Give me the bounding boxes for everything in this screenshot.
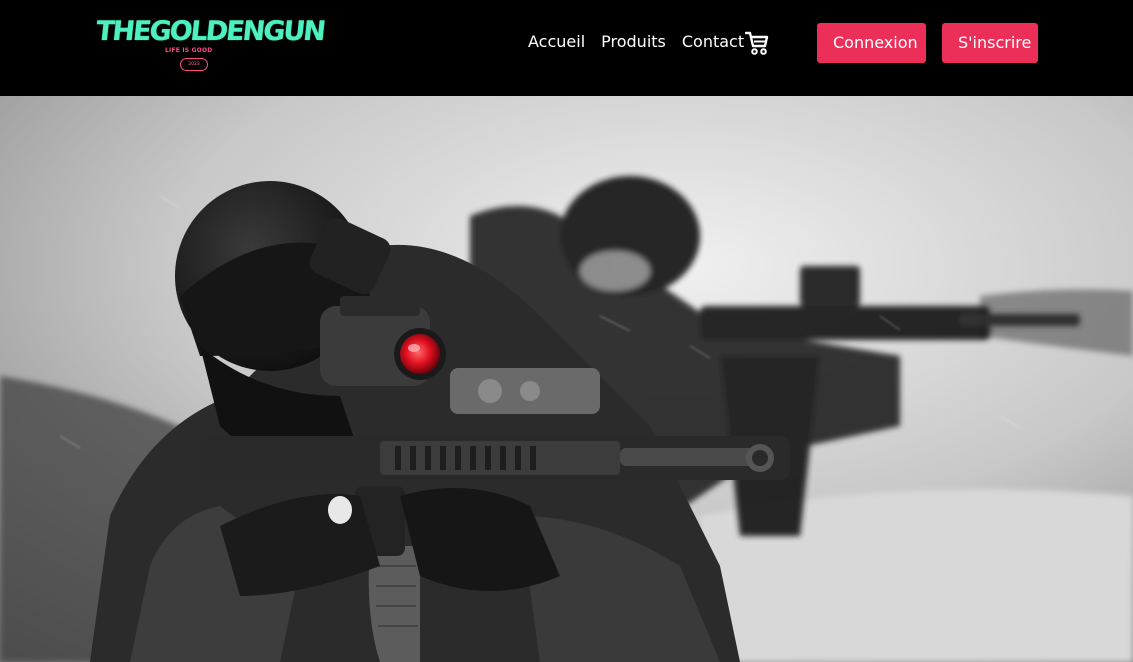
logo[interactable]: THEGOLDENGUN LIFE IS GOOD 2023 (94, 14, 326, 74)
logo-year-badge: 2023 (180, 58, 208, 71)
login-button[interactable]: Connexion (817, 23, 926, 63)
nav-link-contact[interactable]: Contact (682, 32, 744, 51)
nav-link-produits[interactable]: Produits (601, 32, 666, 51)
logo-tagline: LIFE IS GOOD (165, 47, 213, 54)
main-nav: Accueil Produits Contact (528, 32, 744, 51)
signup-button[interactable]: S'inscrire (942, 23, 1038, 63)
navbar: THEGOLDENGUN LIFE IS GOOD 2023 Accueil P… (0, 0, 1133, 96)
logo-title: THEGOLDENGUN (94, 16, 326, 47)
hero-image (0, 96, 1133, 662)
nav-link-accueil[interactable]: Accueil (528, 32, 585, 51)
shopping-cart-icon[interactable] (744, 30, 769, 56)
hero-illustration (0, 96, 1133, 662)
